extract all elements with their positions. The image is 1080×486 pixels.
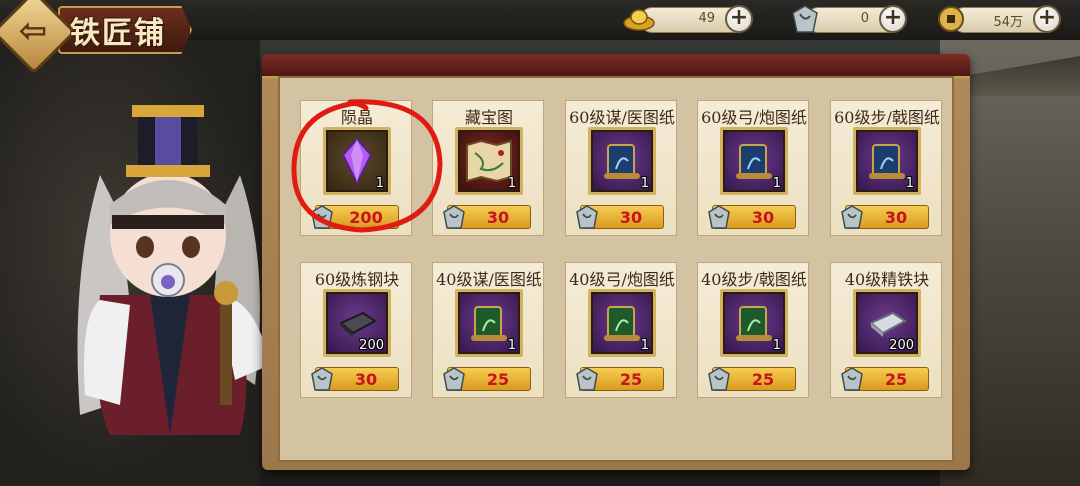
- item-quantity: 1: [507, 338, 516, 353]
- jade-value: 0: [860, 11, 869, 26]
- shop-item[interactable]: 60级弓/炮图纸 1 30: [697, 100, 809, 236]
- item-quantity: 200: [889, 338, 914, 353]
- item-name: 60级炼钢块: [314, 270, 400, 289]
- copper-coin-icon: [935, 4, 967, 34]
- item-icon-box: 1: [853, 127, 921, 195]
- coin-value: 54万: [993, 15, 1023, 30]
- resource-coin: 54万 +: [938, 5, 1061, 33]
- shop-item[interactable]: 40级弓/炮图纸 1 25: [565, 262, 677, 398]
- item-name: 40级步/戟图纸: [701, 270, 807, 289]
- item-price: 30: [486, 208, 510, 227]
- item-quantity: 1: [640, 338, 649, 353]
- item-name: 40级精铁块: [844, 270, 930, 289]
- item-quantity: 1: [640, 176, 649, 191]
- item-name: 60级谋/医图纸: [569, 108, 675, 127]
- item-quantity: 200: [359, 338, 384, 353]
- shop-item[interactable]: 60级炼钢块 200 30: [300, 262, 412, 398]
- item-name: 60级弓/炮图纸: [701, 108, 807, 127]
- jade-token-icon: [443, 367, 465, 391]
- item-price: 25: [751, 370, 775, 389]
- blacksmith-character: [77, 105, 270, 435]
- item-icon-box: 1: [588, 127, 656, 195]
- jade-token-icon: [576, 367, 598, 391]
- buy-button[interactable]: 25: [841, 367, 929, 391]
- buy-button[interactable]: 25: [443, 367, 531, 391]
- jade-token-icon: [576, 205, 598, 229]
- item-price: 30: [884, 208, 908, 227]
- item-icon-box: 1: [720, 127, 788, 195]
- item-price: 25: [884, 370, 908, 389]
- item-quantity: 1: [905, 176, 914, 191]
- item-price: 30: [619, 208, 643, 227]
- buy-button[interactable]: 30: [576, 205, 664, 229]
- shop-item[interactable]: 40级谋/医图纸 1 25: [432, 262, 544, 398]
- item-name: 60级步/戟图纸: [834, 108, 940, 127]
- highlight-circle: [291, 99, 443, 233]
- item-price: 30: [354, 370, 378, 389]
- item-price: 25: [619, 370, 643, 389]
- jade-token-icon: [311, 367, 333, 391]
- buy-button[interactable]: 30: [311, 367, 399, 391]
- item-icon-box: 1: [455, 127, 523, 195]
- buy-button[interactable]: 25: [708, 367, 796, 391]
- shop-item[interactable]: 藏宝图 1 30: [432, 100, 544, 236]
- item-icon-box: 1: [588, 289, 656, 357]
- resource-gold: 49 +: [623, 5, 753, 33]
- buy-button[interactable]: 30: [443, 205, 531, 229]
- shop-item[interactable]: 60级谋/医图纸 1 30: [565, 100, 677, 236]
- item-name: 40级弓/炮图纸: [569, 270, 675, 289]
- shop-item[interactable]: 40级精铁块 200 25: [830, 262, 942, 398]
- item-icon-box: 1: [455, 289, 523, 357]
- shop-item[interactable]: 40级步/戟图纸 1 25: [697, 262, 809, 398]
- item-name: 藏宝图: [464, 108, 513, 127]
- item-price: 25: [486, 370, 510, 389]
- jade-token-icon: [841, 367, 863, 391]
- item-icon-box: 200: [853, 289, 921, 357]
- buy-button[interactable]: 30: [708, 205, 796, 229]
- buy-button[interactable]: 30: [841, 205, 929, 229]
- gold-value: 49: [698, 11, 715, 26]
- jade-token-icon: [841, 205, 863, 229]
- resource-jade: 0 +: [792, 5, 907, 33]
- item-quantity: 1: [772, 176, 781, 191]
- item-quantity: 1: [772, 338, 781, 353]
- back-arrow-icon: ⇦: [18, 11, 48, 51]
- item-icon-box: 200: [323, 289, 391, 357]
- buy-button[interactable]: 25: [576, 367, 664, 391]
- add-jade-button[interactable]: +: [879, 5, 907, 33]
- jade-token-icon: [789, 4, 821, 34]
- shop-item[interactable]: 60级步/戟图纸 1 30: [830, 100, 942, 236]
- item-icon-box: 1: [720, 289, 788, 357]
- add-gold-button[interactable]: +: [725, 5, 753, 33]
- page-title: 铁匠铺: [70, 16, 166, 51]
- panel-header: [262, 54, 970, 78]
- item-name: 40级谋/医图纸: [436, 270, 542, 289]
- item-price: 30: [751, 208, 775, 227]
- jade-token-icon: [708, 205, 730, 229]
- add-coin-button[interactable]: +: [1033, 5, 1061, 33]
- jade-token-icon: [708, 367, 730, 391]
- gold-ingot-icon: [623, 4, 655, 34]
- item-quantity: 1: [507, 176, 516, 191]
